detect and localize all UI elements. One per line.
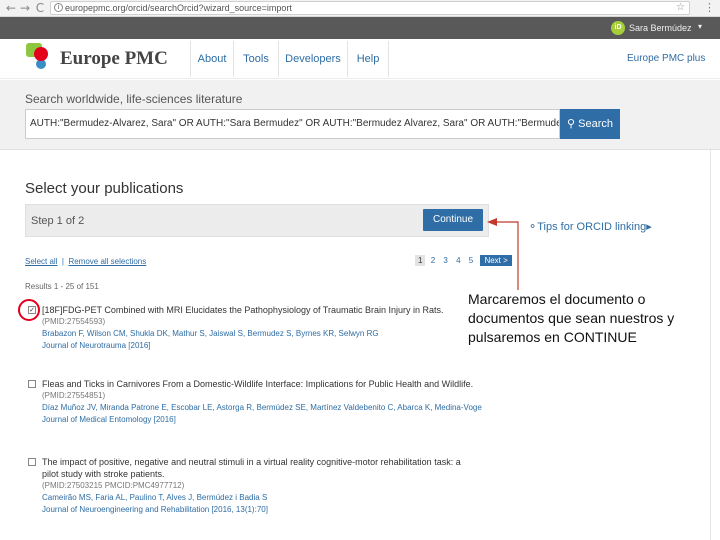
annotation-text: Marcaremos el documento o documentos que… xyxy=(468,291,675,345)
annotation-arrowhead xyxy=(487,218,497,226)
page-divider xyxy=(710,150,711,540)
annotation-connector-line xyxy=(497,221,519,290)
annotation-connector xyxy=(487,218,519,290)
